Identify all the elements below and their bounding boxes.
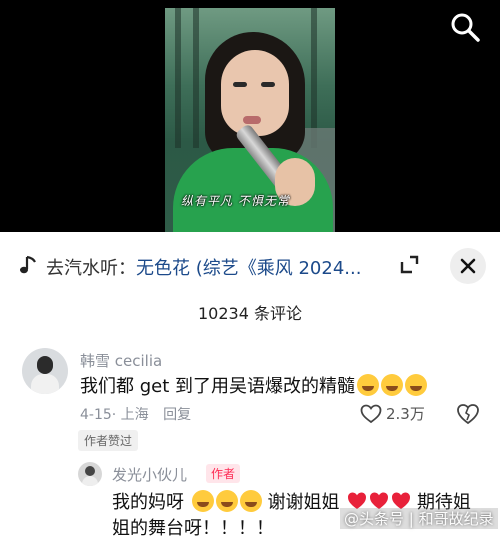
laugh-cry-emoji-icon <box>405 374 427 396</box>
bg-tree <box>193 8 199 148</box>
crying-emoji-icon <box>215 490 238 512</box>
crying-emoji-icon <box>239 490 262 512</box>
reply-button[interactable]: 回复 <box>163 407 191 423</box>
close-icon <box>460 258 476 274</box>
search-icon[interactable] <box>450 12 480 42</box>
broken-heart-icon[interactable] <box>456 403 480 425</box>
music-link[interactable]: 去汽水听：无色花 (综艺《乘风 2024... <box>46 254 386 280</box>
avatar-head <box>37 356 53 374</box>
like-count: 2.3万 <box>386 405 425 423</box>
singer-eye <box>233 82 247 87</box>
watermark: @头条号 | 和哥故纪录 <box>340 508 498 529</box>
comment-text: 我们都 get 到了用吴语爆改的精髓 <box>80 372 427 398</box>
laugh-cry-emoji-icon <box>381 374 403 396</box>
avatar-body <box>82 476 98 486</box>
avatar-body <box>31 374 59 394</box>
crying-emoji-icon <box>191 490 214 512</box>
video-subtitle: 纵有平凡 不惧无常 <box>181 194 290 208</box>
avatar[interactable] <box>22 348 68 394</box>
music-note-icon <box>20 255 36 274</box>
video-player[interactable]: 纵有平凡 不惧无常 <box>0 0 500 232</box>
heart-outline-icon <box>360 404 382 423</box>
author-tag: 作者 <box>206 464 241 483</box>
comment-count: 10234 条评论 <box>198 304 302 323</box>
comment-meta: 4-15· 上海 回复 <box>80 404 191 424</box>
video-frame: 纵有平凡 不惧无常 <box>165 8 335 232</box>
reply-username[interactable]: 发光小伙儿 <box>112 464 187 485</box>
music-prefix: 去汽水听： <box>46 258 136 279</box>
laugh-cry-emoji-icon <box>357 374 379 396</box>
reply-part2: 谢谢姐姐 <box>267 492 340 513</box>
bg-tree <box>175 8 181 148</box>
music-bar[interactable]: 去汽水听：无色花 (综艺《乘风 2024... <box>0 240 500 290</box>
author-liked-badge: 作者赞过 <box>78 430 139 451</box>
like-button[interactable]: 2.3万 <box>360 403 425 424</box>
comment-body: 我们都 get 到了用吴语爆改的精髓 <box>80 376 355 397</box>
singer-eye <box>261 82 275 87</box>
comment-date: 4-15 <box>80 407 112 423</box>
comment-username[interactable]: 韩雪 cecilia <box>80 350 162 371</box>
close-button[interactable] <box>450 248 486 284</box>
reply-part1: 我的妈呀 <box>112 492 184 513</box>
reply-avatar[interactable] <box>78 462 102 486</box>
music-title: 无色花 (综艺《乘风 2024... <box>136 258 362 279</box>
bg-tree <box>311 8 317 148</box>
comment-location: · 上海 <box>111 407 149 423</box>
singer-mouth <box>243 116 261 124</box>
avatar-head <box>85 466 95 476</box>
expand-icon[interactable] <box>394 250 424 280</box>
